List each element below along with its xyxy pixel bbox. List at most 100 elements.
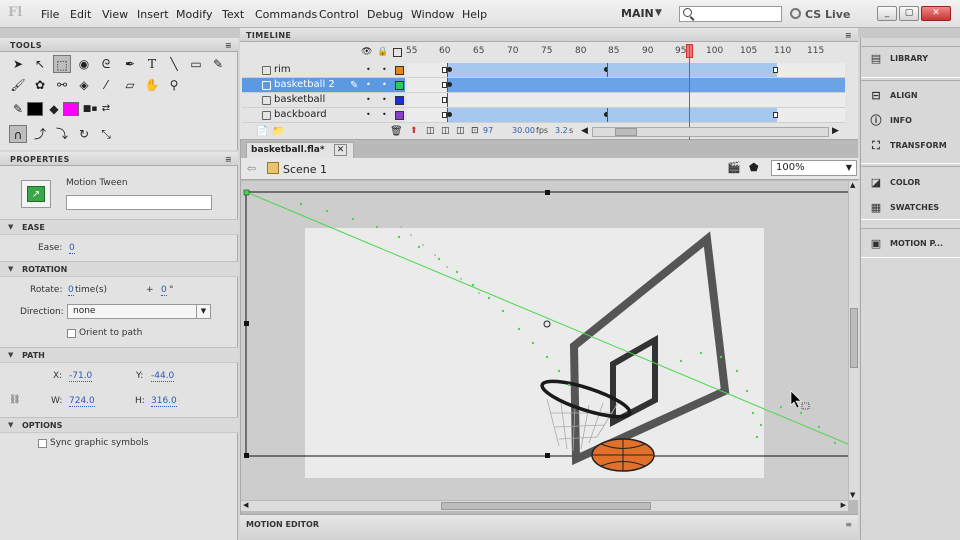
smooth-icon[interactable]: ⤴ [31, 125, 49, 143]
tween-span[interactable] [447, 93, 448, 107]
rotate-times-value[interactable]: 0 [68, 285, 74, 296]
menu-window[interactable]: Window [411, 8, 454, 21]
bone-tool-icon[interactable]: ⚯ [53, 76, 71, 94]
onion-markers-icon[interactable]: ⊡ [471, 126, 479, 136]
library-button[interactable]: ▤ LIBRARY [865, 48, 959, 70]
frame-row-basketball[interactable] [407, 93, 845, 108]
stage-pasteboard[interactable] [241, 181, 848, 500]
new-layer-icon[interactable]: 📄 [256, 126, 268, 137]
search-input[interactable] [696, 7, 780, 21]
path-w-value[interactable]: 724.0 [69, 396, 95, 407]
layer-outline-color[interactable] [395, 111, 404, 120]
panel-menu-icon[interactable]: ≡ [225, 155, 232, 164]
onion-outline-icon[interactable]: ◫ [441, 126, 450, 136]
stroke-color-swatch[interactable] [27, 102, 43, 116]
close-tab-icon[interactable]: ✕ [333, 144, 348, 156]
motion-editor-title[interactable]: MOTION EDITOR [246, 520, 319, 529]
lock-dot[interactable]: • [382, 95, 387, 104]
direction-select[interactable]: none ▼ [67, 304, 211, 319]
free-transform-tool-icon[interactable]: ⬚ [53, 55, 71, 73]
tween-span[interactable] [607, 108, 777, 122]
swatches-button[interactable]: ▦ SWATCHES [865, 197, 959, 219]
3d-rotation-tool-icon[interactable]: ◉ [75, 55, 93, 73]
onion-skin-icon[interactable]: ◫ [426, 126, 435, 136]
layer-outline-color[interactable] [395, 96, 404, 105]
ease-section-header[interactable]: ▼ EASE [0, 219, 238, 235]
brush-tool-icon[interactable]: 🖌 [9, 76, 27, 94]
panel-menu-icon[interactable]: ≡ [845, 520, 852, 529]
info-button[interactable]: ⓘ INFO [865, 110, 959, 132]
layer-row[interactable]: basketball • • [242, 93, 405, 108]
lasso-tool-icon[interactable]: ᘓ [97, 55, 115, 73]
end-frame[interactable] [773, 67, 778, 73]
scene-label[interactable]: Scene 1 [283, 163, 327, 176]
zoom-tool-icon[interactable]: ⚲ [165, 76, 183, 94]
menu-file[interactable]: File [41, 8, 59, 21]
visibility-dot[interactable]: • [366, 80, 371, 89]
layer-outline-color[interactable] [395, 81, 404, 90]
elapsed-time[interactable]: 3.2 [555, 126, 568, 135]
layer-outline-color[interactable] [395, 66, 404, 75]
frame-row-backboard[interactable] [407, 108, 845, 123]
end-frame[interactable] [773, 112, 778, 118]
search-field[interactable] [679, 6, 782, 22]
menu-view[interactable]: View [102, 8, 128, 21]
menu-debug[interactable]: Debug [367, 8, 403, 21]
layer-row[interactable]: rim • • [242, 63, 405, 78]
chevron-down-icon[interactable]: ▼ [655, 8, 662, 18]
keyframe[interactable] [447, 82, 452, 87]
scroll-left-icon[interactable]: ◀ [581, 126, 588, 136]
show-hide-eye-icon[interactable]: 👁 [361, 47, 372, 57]
menu-text[interactable]: Text [222, 8, 244, 21]
keyframe[interactable] [447, 112, 452, 117]
minimize-button[interactable]: _ [877, 6, 897, 21]
eraser-tool-icon[interactable]: ▱ [121, 76, 139, 94]
text-tool-icon[interactable]: T [143, 55, 161, 73]
align-button[interactable]: ⊟ ALIGN [865, 85, 959, 107]
lock-dot[interactable]: • [382, 110, 387, 119]
visibility-dot[interactable]: • [366, 65, 371, 74]
lock-dot[interactable]: • [382, 65, 387, 74]
rotate-degrees-value[interactable]: 0 [161, 285, 167, 296]
visibility-dot[interactable]: • [366, 95, 371, 104]
menu-help[interactable]: Help [462, 8, 487, 21]
visibility-dot[interactable]: • [366, 110, 371, 119]
tween-span[interactable] [447, 108, 607, 122]
keyframe[interactable] [447, 67, 452, 72]
tween-span[interactable] [447, 63, 607, 77]
hand-tool-icon[interactable]: ✋ [143, 76, 161, 94]
rectangle-tool-icon[interactable]: ▭ [187, 55, 205, 73]
edit-multiple-frames-icon[interactable]: ◫ [456, 126, 465, 136]
path-section-header[interactable]: ▼ PATH [0, 347, 238, 363]
menu-control[interactable]: Control [319, 8, 359, 21]
stage-hscrollbar[interactable]: ◀ ▶ [241, 500, 848, 511]
motion-presets-button[interactable]: ▣ MOTION P... [865, 233, 959, 255]
line-tool-icon[interactable]: ╲ [165, 55, 183, 73]
panel-menu-icon[interactable]: ≡ [845, 31, 852, 40]
stroke-color-icon[interactable]: ✎ [9, 100, 27, 118]
rotation-section-header[interactable]: ▼ ROTATION [0, 261, 238, 277]
lock-icon[interactable]: 🔒 [377, 47, 388, 57]
zoom-select[interactable]: 100% ▼ [771, 160, 857, 176]
swap-colors-icon[interactable]: ⇄ [97, 100, 115, 118]
stage-vscrollbar[interactable]: ▲ ▼ [848, 181, 859, 500]
menu-commands[interactable]: Commands [255, 8, 317, 21]
pencil-tool-icon[interactable]: ✎ [209, 55, 227, 73]
document-tab[interactable]: basketball.fla* ✕ [246, 142, 355, 158]
fill-color-swatch[interactable] [63, 102, 79, 116]
sync-graphic-symbols-checkbox[interactable] [38, 439, 47, 448]
maximize-button[interactable]: ▢ [899, 6, 919, 21]
orient-to-path-checkbox[interactable] [67, 329, 76, 338]
back-arrow-icon[interactable]: ⇦ [247, 162, 256, 175]
edit-scene-icon[interactable]: 🎬 [727, 161, 741, 174]
frame-row-rim[interactable] [407, 63, 845, 78]
menu-edit[interactable]: Edit [70, 8, 91, 21]
straighten-icon[interactable]: ⤵ [53, 125, 71, 143]
frame-rate[interactable]: 30.00 [512, 126, 535, 135]
current-frame[interactable]: 97 [483, 126, 493, 135]
frame-grid[interactable] [407, 63, 845, 123]
lock-dot[interactable]: • [382, 80, 387, 89]
menu-modify[interactable]: Modify [176, 8, 212, 21]
deco-tool-icon[interactable]: ✿ [31, 76, 49, 94]
snap-to-objects-icon[interactable]: ∩ [9, 125, 27, 143]
